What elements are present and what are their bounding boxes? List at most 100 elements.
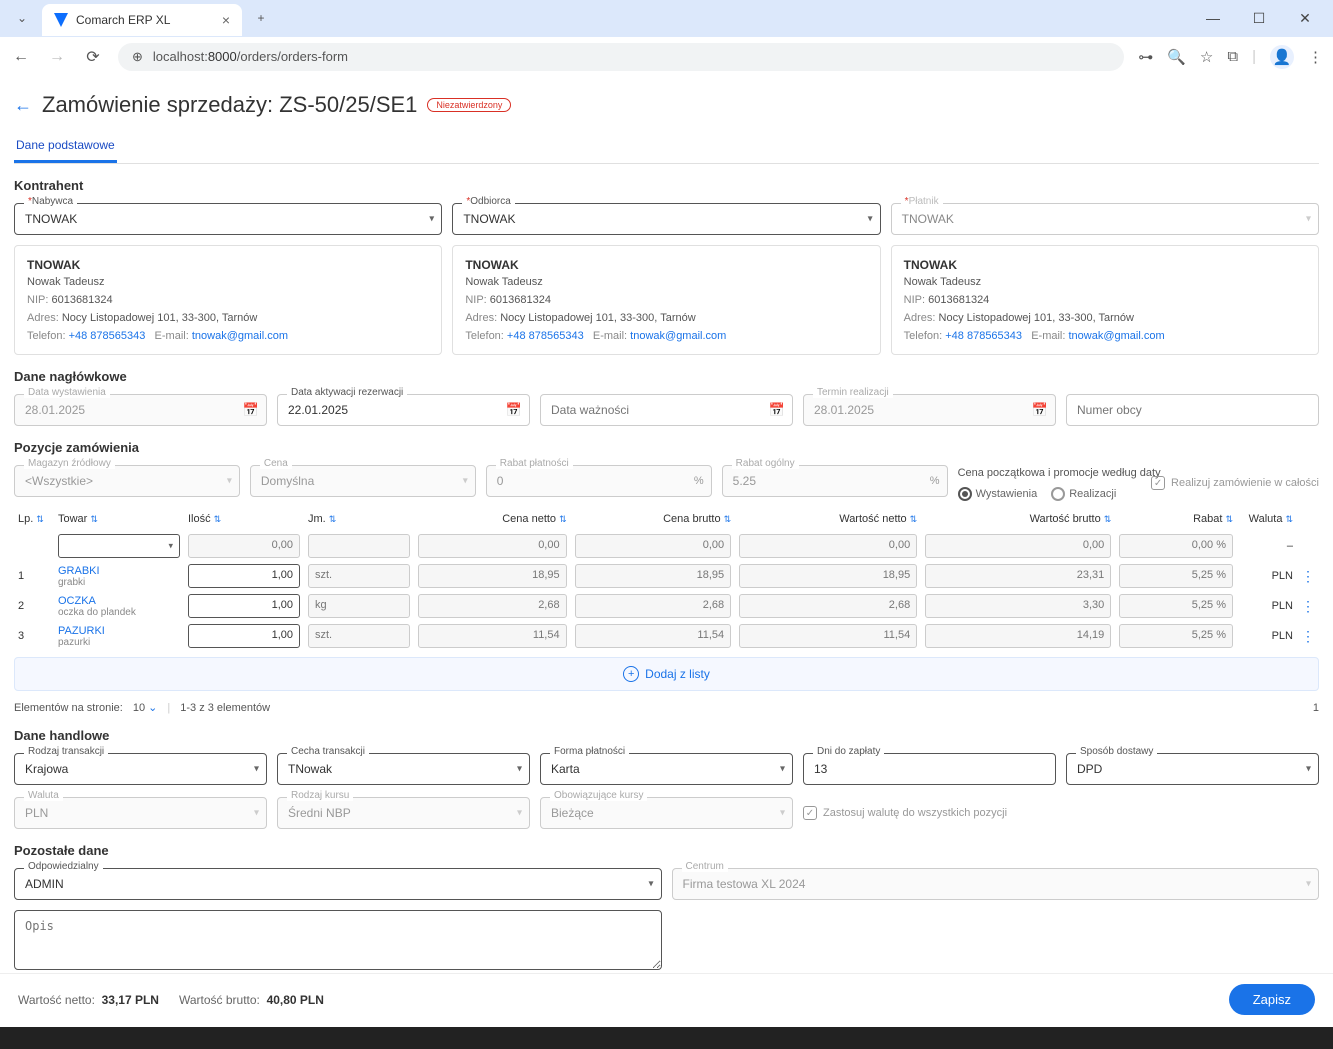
gross-value: 0,00 bbox=[925, 534, 1111, 558]
tab-basic-data[interactable]: Dane podstawowe bbox=[14, 130, 117, 163]
site-info-icon[interactable]: ⊕ bbox=[132, 49, 143, 65]
responsible-select[interactable]: ADMIN bbox=[14, 868, 662, 900]
footer-net-label: Wartość netto: bbox=[18, 993, 95, 1007]
net-value: 2,68 bbox=[739, 594, 917, 618]
col-product[interactable]: Towar⇅ bbox=[54, 507, 184, 531]
row-menu-icon[interactable]: ⋮ bbox=[1301, 568, 1315, 584]
net-value: 11,54 bbox=[739, 624, 917, 648]
buyer-label: Nabywca bbox=[32, 196, 73, 207]
net-price: 18,95 bbox=[418, 564, 567, 588]
maximize-icon[interactable]: ☐ bbox=[1245, 10, 1273, 27]
rate-type: Średni NBP bbox=[277, 797, 530, 829]
qty-input: 0,00 bbox=[188, 534, 300, 558]
browser-tab[interactable]: Comarch ERP XL × bbox=[42, 4, 242, 36]
buyer-select[interactable]: TNOWAK bbox=[14, 203, 442, 235]
status-badge: Niezatwierdzony bbox=[427, 98, 511, 112]
reload-button[interactable]: ⟳ bbox=[82, 47, 104, 67]
phone-link[interactable]: +48 878565343 bbox=[69, 330, 146, 342]
extensions-icon[interactable]: ⧉ bbox=[1227, 48, 1238, 65]
add-from-list-button[interactable]: + Dodaj z listy bbox=[14, 657, 1319, 691]
minimize-icon[interactable]: — bbox=[1199, 10, 1227, 27]
positions-table: Lp.⇅ Towar⇅ Ilość⇅ Jm.⇅ Cena netto⇅ Cena… bbox=[14, 507, 1319, 651]
phone-link[interactable]: +48 878565343 bbox=[507, 330, 584, 342]
address-bar[interactable]: ⊕ localhost:8000/orders/orders-form bbox=[118, 43, 1124, 71]
per-page-select[interactable]: 10 ⌄ bbox=[133, 701, 158, 714]
radio-realization-date[interactable]: Realizacji bbox=[1051, 487, 1116, 501]
price-select: Domyślna bbox=[250, 465, 476, 497]
product-select[interactable]: ▾ bbox=[58, 534, 180, 558]
card-name: Nowak Tadeusz bbox=[27, 276, 429, 288]
fulfill-checkbox: Realizuj zamówienie w całości bbox=[1151, 465, 1319, 501]
email-link[interactable]: tnowak@gmail.com bbox=[192, 330, 288, 342]
zoom-icon[interactable]: 🔍 bbox=[1167, 48, 1186, 66]
star-icon[interactable]: ☆ bbox=[1200, 48, 1213, 66]
col-net-value[interactable]: Wartość netto⇅ bbox=[735, 507, 921, 531]
payment-days[interactable]: 13 bbox=[803, 753, 1056, 785]
delivery-method[interactable]: DPD bbox=[1066, 753, 1319, 785]
discount: 5,25 % bbox=[1119, 624, 1233, 648]
center-select: Firma testowa XL 2024 bbox=[672, 868, 1320, 900]
back-button[interactable]: ← bbox=[10, 48, 32, 66]
qty-input[interactable]: 1,00 bbox=[188, 594, 300, 618]
footer-gross-label: Wartość brutto: bbox=[179, 993, 260, 1007]
plus-icon: + bbox=[623, 666, 639, 682]
phone-link[interactable]: +48 878565343 bbox=[945, 330, 1022, 342]
pager-range: 1-3 z 3 elementów bbox=[180, 702, 270, 714]
col-unit[interactable]: Jm.⇅ bbox=[304, 507, 414, 531]
url-port: 8000 bbox=[208, 49, 237, 64]
close-window-icon[interactable]: ✕ bbox=[1291, 10, 1319, 27]
gross-value: 23,31 bbox=[925, 564, 1111, 588]
product-link[interactable]: OCZKA bbox=[58, 595, 180, 607]
currency: PLN bbox=[1237, 621, 1297, 651]
save-button[interactable]: Zapisz bbox=[1229, 984, 1315, 1015]
product-link[interactable]: GRABKI bbox=[58, 565, 180, 577]
row-lp: 1 bbox=[14, 561, 54, 591]
col-qty[interactable]: Ilość⇅ bbox=[184, 507, 304, 531]
payer-card: TNOWAK Nowak Tadeusz NIP: 6013681324 Adr… bbox=[891, 245, 1319, 355]
section-header-data: Dane nagłówkowe bbox=[14, 369, 1319, 384]
transaction-type[interactable]: Krajowa bbox=[14, 753, 267, 785]
qty-input[interactable]: 1,00 bbox=[188, 624, 300, 648]
description-textarea[interactable] bbox=[14, 910, 662, 970]
transaction-feature[interactable]: TNowak bbox=[277, 753, 530, 785]
profile-avatar[interactable]: 👤 bbox=[1270, 45, 1294, 69]
menu-icon[interactable]: ⋮ bbox=[1308, 48, 1323, 66]
payment-form[interactable]: Karta bbox=[540, 753, 793, 785]
row-menu-icon[interactable]: ⋮ bbox=[1301, 598, 1315, 614]
os-taskbar[interactable] bbox=[0, 1027, 1333, 1049]
validity-date[interactable] bbox=[540, 394, 793, 426]
close-icon[interactable]: × bbox=[222, 12, 230, 28]
net-price: 11,54 bbox=[418, 624, 567, 648]
new-tab-button[interactable]: + bbox=[248, 5, 274, 31]
radio-issue-date[interactable]: Wystawienia bbox=[958, 487, 1038, 501]
url-path: /orders/orders-form bbox=[237, 49, 348, 64]
tab-dropdown[interactable]: ⌄ bbox=[8, 4, 36, 32]
email-link[interactable]: tnowak@gmail.com bbox=[1069, 330, 1165, 342]
apply-currency-checkbox: Zastosuj walutę do wszystkich pozycji bbox=[803, 806, 1056, 820]
currency-select: PLN bbox=[14, 797, 267, 829]
row-lp: 2 bbox=[14, 591, 54, 621]
row-menu-icon[interactable]: ⋮ bbox=[1301, 628, 1315, 644]
foreign-number-input[interactable] bbox=[1066, 394, 1319, 426]
col-discount[interactable]: Rabat⇅ bbox=[1115, 507, 1237, 531]
percent-icon: % bbox=[694, 475, 704, 487]
email-link[interactable]: tnowak@gmail.com bbox=[630, 330, 726, 342]
page-back-button[interactable]: ← bbox=[14, 95, 32, 116]
col-gross-price[interactable]: Cena brutto⇅ bbox=[571, 507, 736, 531]
warehouse-select: <Wszystkie> bbox=[14, 465, 240, 497]
col-gross-value[interactable]: Wartość brutto⇅ bbox=[921, 507, 1115, 531]
product-link[interactable]: PAZURKI bbox=[58, 625, 180, 637]
col-lp[interactable]: Lp.⇅ bbox=[14, 507, 54, 531]
qty-input[interactable]: 1,00 bbox=[188, 564, 300, 588]
col-currency[interactable]: Waluta⇅ bbox=[1237, 507, 1297, 531]
col-net-price[interactable]: Cena netto⇅ bbox=[414, 507, 571, 531]
discount: 0,00 % bbox=[1119, 534, 1233, 558]
product-name: pazurki bbox=[58, 637, 180, 648]
forward-button[interactable]: → bbox=[46, 48, 68, 66]
payment-discount: 0 bbox=[486, 465, 712, 497]
gross-price: 2,68 bbox=[575, 594, 732, 618]
section-trade: Dane handlowe bbox=[14, 728, 1319, 743]
recipient-select[interactable]: TNOWAK bbox=[452, 203, 880, 235]
activation-date[interactable]: 22.01.2025 bbox=[277, 394, 530, 426]
key-icon[interactable]: ⊶ bbox=[1138, 48, 1153, 66]
